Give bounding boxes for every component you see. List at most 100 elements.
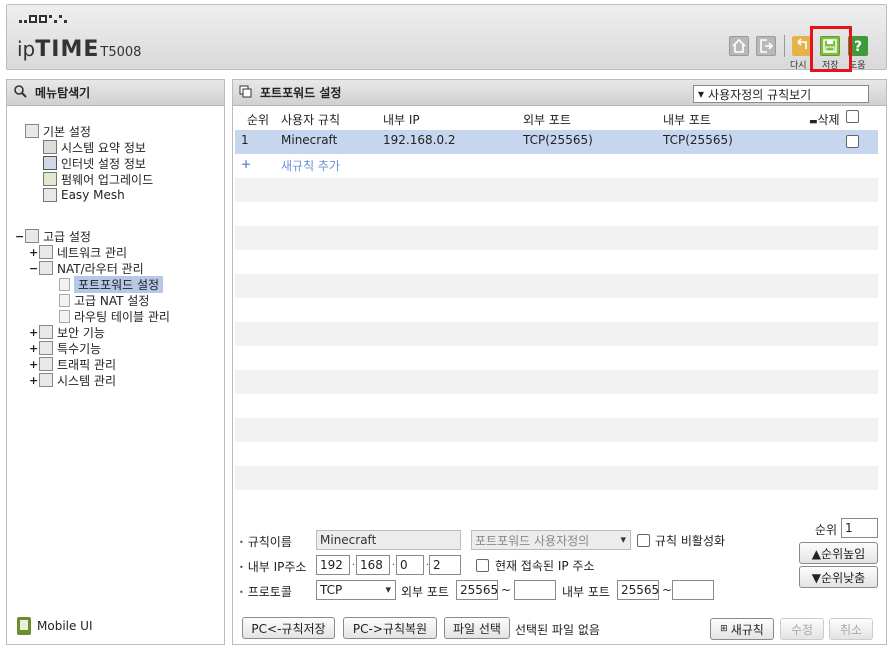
- expand-icon: +: [29, 325, 39, 339]
- expand-icon: +: [29, 373, 39, 387]
- new-rule-button[interactable]: ⊞ 새규칙: [710, 618, 774, 640]
- collapse-icon: −: [15, 229, 25, 243]
- system-icon: [39, 373, 53, 387]
- save-highlight-box: [810, 26, 852, 72]
- col-external-port: 외부 포트: [523, 113, 571, 127]
- mobile-ui-link[interactable]: Mobile UI: [17, 617, 93, 635]
- tree-basic-settings[interactable]: 기본 설정: [25, 123, 91, 139]
- file-select-button[interactable]: 파일 선택: [444, 617, 510, 639]
- ip-octet-4[interactable]: 2: [429, 555, 461, 575]
- window-icon: [239, 85, 252, 101]
- protocol-select[interactable]: TCP: [316, 580, 396, 600]
- header-divider: [784, 35, 785, 57]
- rank-label: 순위: [815, 523, 838, 537]
- table-header: 순위 사용자 규칙 내부 IP 외부 포트 내부 포트 ▬삭제: [235, 108, 886, 128]
- add-rule-row[interactable]: + 새규칙 추가: [235, 154, 878, 178]
- external-port-label: 외부 포트: [401, 585, 449, 599]
- current-ip-label: 현재 접속된 IP 주소: [495, 559, 595, 573]
- col-internal-port: 내부 포트: [663, 113, 711, 127]
- rank-down-button[interactable]: ▼순위낮춤: [799, 566, 878, 588]
- tree-security[interactable]: + 보안 기능: [29, 324, 105, 340]
- expand-icon: +: [29, 357, 39, 371]
- plus-icon: +: [241, 157, 252, 171]
- menu-explorer-title: 메뉴탐색기: [7, 80, 224, 106]
- apply-label: 다시: [790, 61, 807, 71]
- row-delete-checkbox[interactable]: [846, 135, 859, 148]
- col-delete: ▬삭제: [809, 113, 840, 127]
- tree-item-easy-mesh[interactable]: Easy Mesh: [43, 187, 125, 203]
- rule-name-input[interactable]: Minecraft: [316, 530, 461, 550]
- external-port-to-input[interactable]: [514, 580, 556, 600]
- collapse-icon: −: [29, 261, 39, 275]
- lock-icon: [39, 325, 53, 339]
- apply-icon[interactable]: [792, 36, 812, 56]
- monitor-icon: [43, 156, 57, 170]
- chart-icon: [43, 140, 57, 154]
- internal-port-from-input[interactable]: 25565: [617, 580, 659, 600]
- tree-item-internet-info[interactable]: 인터넷 설정 정보: [43, 155, 146, 171]
- tree-item-firmware-upgrade[interactable]: 펌웨어 업그레이드: [43, 171, 153, 187]
- chevron-down-icon: ▾: [698, 87, 705, 101]
- internal-port-to-input[interactable]: [672, 580, 714, 600]
- pc-save-rules-button[interactable]: PC<-규칙저장: [242, 617, 335, 639]
- tree-advanced-settings[interactable]: − 고급 설정: [15, 228, 91, 244]
- expand-icon: +: [29, 245, 39, 259]
- current-ip-checkbox[interactable]: [476, 559, 489, 572]
- tree-special-functions[interactable]: + 특수기능: [29, 340, 101, 356]
- col-internal-ip: 내부 IP: [383, 113, 420, 127]
- rank-input[interactable]: 1: [841, 518, 878, 538]
- home-icon[interactable]: [729, 36, 749, 56]
- empty-row: [235, 466, 878, 490]
- app-header: ipTIMET5008 다시 저장 ? 도움: [6, 4, 887, 72]
- tree-item-port-forward[interactable]: 포트포워드 설정: [59, 275, 164, 293]
- ip-octet-1[interactable]: 192: [316, 555, 350, 575]
- search-icon: [13, 84, 27, 101]
- rule-name-label: 규칙이름: [239, 533, 292, 550]
- tree-nat-router[interactable]: − NAT/라우터 관리: [29, 260, 144, 276]
- folder-icon: [39, 341, 53, 355]
- tree-network-management[interactable]: + 네트워크 관리: [29, 244, 127, 260]
- tree-item-routing-table[interactable]: 라우팅 테이블 관리: [59, 308, 170, 324]
- tree-traffic[interactable]: + 트래픽 관리: [29, 356, 116, 372]
- ip-octet-2[interactable]: 168: [356, 555, 390, 575]
- disable-rule-label: 규칙 비활성화: [655, 534, 726, 548]
- add-rule-link[interactable]: 새규칙 추가: [281, 157, 340, 174]
- disable-rule-checkbox[interactable]: [637, 534, 650, 547]
- empty-row: [235, 418, 878, 442]
- mobile-icon: [17, 617, 31, 635]
- external-port-from-input[interactable]: 25565: [456, 580, 498, 600]
- tree-system[interactable]: + 시스템 관리: [29, 372, 116, 388]
- empty-row: [235, 178, 878, 202]
- port-forward-panel: 포트포워드 설정 ▾ 사용자정의 규칙보기 순위 사용자 규칙 내부 IP 외부…: [232, 79, 887, 645]
- page-icon: [59, 277, 70, 291]
- cancel-button[interactable]: 취소: [829, 618, 873, 640]
- menu-explorer-label: 메뉴탐색기: [35, 86, 91, 100]
- empty-row: [235, 370, 878, 394]
- rank-up-button[interactable]: ▲순위높임: [799, 542, 878, 564]
- modify-button[interactable]: 수정: [780, 618, 824, 640]
- page-title: 포트포워드 설정: [260, 86, 342, 100]
- select-all-checkbox[interactable]: [846, 110, 859, 123]
- protocol-label: 프로토콜: [239, 583, 292, 600]
- file-status-text: 선택된 파일 없음: [515, 623, 600, 637]
- traffic-icon: [39, 357, 53, 371]
- logout-icon[interactable]: [756, 36, 776, 56]
- rule-view-select[interactable]: ▾ 사용자정의 규칙보기: [693, 85, 869, 103]
- mesh-icon: [43, 188, 57, 202]
- page-icon: [59, 293, 70, 307]
- router-icon: [39, 261, 53, 275]
- network-icon: [39, 245, 53, 259]
- tree-item-system-summary[interactable]: 시스템 요약 정보: [43, 139, 146, 155]
- rule-type-select[interactable]: 포트포워드 사용자정의: [471, 530, 631, 550]
- upgrade-icon: [43, 172, 57, 186]
- menu-explorer-panel: 메뉴탐색기 기본 설정 시스템 요약 정보 인터넷 설정 정보 펌웨어 업그레이…: [6, 79, 225, 645]
- ip-octet-3[interactable]: 0: [396, 555, 424, 575]
- page-icon: [59, 309, 70, 323]
- col-rank: 순위: [247, 113, 270, 127]
- table-row[interactable]: 1 Minecraft 192.168.0.2 TCP(25565) TCP(2…: [235, 130, 878, 154]
- logo-dots: [19, 15, 67, 23]
- pc-restore-rules-button[interactable]: PC->규칙복원: [343, 617, 437, 639]
- iptime-logo: ipTIMET5008: [17, 37, 142, 62]
- empty-row: [235, 322, 878, 346]
- tree-item-advanced-nat[interactable]: 고급 NAT 설정: [59, 292, 149, 308]
